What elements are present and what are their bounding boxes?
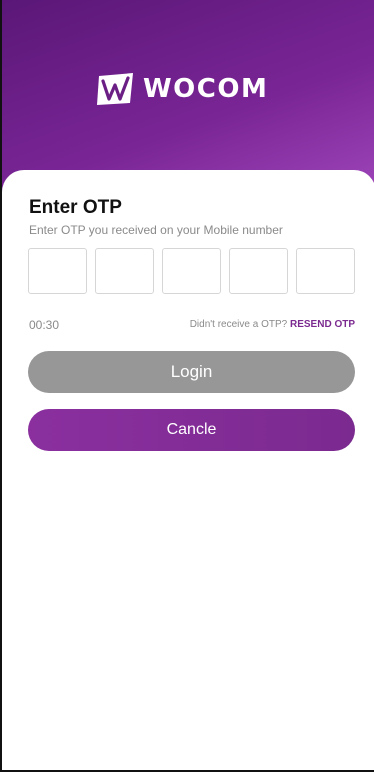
otp-card: Enter OTP Enter OTP you received on your… xyxy=(2,170,374,770)
otp-digit-3[interactable] xyxy=(162,248,221,294)
wocom-logo-icon xyxy=(97,73,133,105)
otp-digit-5[interactable] xyxy=(296,248,355,294)
cancel-button[interactable]: Cancle xyxy=(28,409,355,451)
brand-name: WOCOM xyxy=(143,74,269,104)
otp-digit-4[interactable] xyxy=(229,248,288,294)
countdown-timer: 00:30 xyxy=(29,318,60,332)
resend-otp-link[interactable]: RESEND OTP xyxy=(290,319,355,330)
otp-digit-2[interactable] xyxy=(95,248,154,294)
resend-prompt: Didn't receive a OTP? xyxy=(189,319,288,330)
resend-row: Didn't receive a OTP? RESEND OTP xyxy=(190,319,355,330)
page-title: Enter OTP xyxy=(29,197,122,218)
login-button[interactable]: Login xyxy=(28,351,355,393)
otp-input-group xyxy=(28,248,355,296)
otp-screen: WOCOM Enter OTP Enter OTP you received o… xyxy=(0,0,374,772)
page-subtitle: Enter OTP you received on your Mobile nu… xyxy=(29,223,283,237)
brand-logo: WOCOM xyxy=(97,72,268,106)
otp-digit-1[interactable] xyxy=(28,248,87,294)
